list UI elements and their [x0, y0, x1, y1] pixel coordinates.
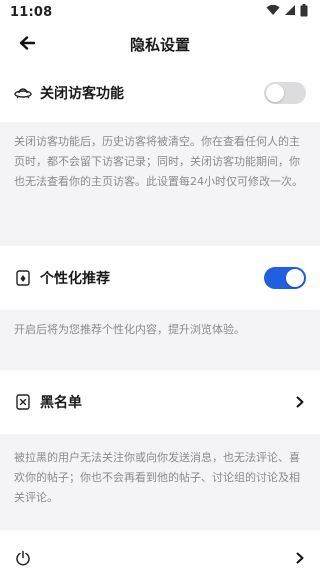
- visitor-toggle[interactable]: [264, 82, 306, 104]
- chevron-right-icon: [294, 395, 306, 409]
- blocked-user-icon: [14, 393, 32, 411]
- blacklist-description: 被拉黑的用户无法关注你或向你发送消息，也无法评论、喜欢你的帖子；你也不会再看到他…: [0, 434, 320, 530]
- chevron-right-icon: [294, 551, 306, 565]
- status-time: 11:08: [10, 4, 53, 20]
- personalization-setting-label: 个性化推荐: [40, 271, 110, 287]
- personalization-toggle[interactable]: [264, 267, 306, 289]
- page-title: 隐私设置: [129, 35, 190, 54]
- signal-icon: [284, 4, 296, 20]
- power-row[interactable]: [0, 530, 320, 570]
- visitor-setting-row: 关闭访客功能: [0, 64, 320, 122]
- blacklist-label: 黑名单: [40, 395, 82, 411]
- toggle-knob: [286, 269, 304, 287]
- power-icon: [14, 549, 32, 567]
- card-icon: [14, 269, 32, 287]
- arrow-left-icon: [19, 35, 36, 54]
- header: 隐私设置: [0, 24, 320, 64]
- status-bar: 11:08: [0, 0, 320, 24]
- personalization-description: 开启后将为您推荐个性化内容，提升浏览体验。: [0, 310, 320, 370]
- personalization-setting-row: 个性化推荐: [0, 246, 320, 310]
- blacklist-row[interactable]: 黑名单: [0, 370, 320, 434]
- wifi-icon: [266, 4, 280, 20]
- back-button[interactable]: [16, 34, 38, 54]
- ufo-icon: [14, 84, 32, 102]
- battery-icon: [300, 3, 308, 21]
- toggle-knob: [266, 84, 284, 102]
- visitor-setting-label: 关闭访客功能: [40, 86, 124, 102]
- status-icons: [266, 3, 308, 21]
- visitor-description: 关闭访客功能后，历史访客将被清空。你在查看任何人的主页时，都不会留下访客记录；同…: [0, 122, 320, 246]
